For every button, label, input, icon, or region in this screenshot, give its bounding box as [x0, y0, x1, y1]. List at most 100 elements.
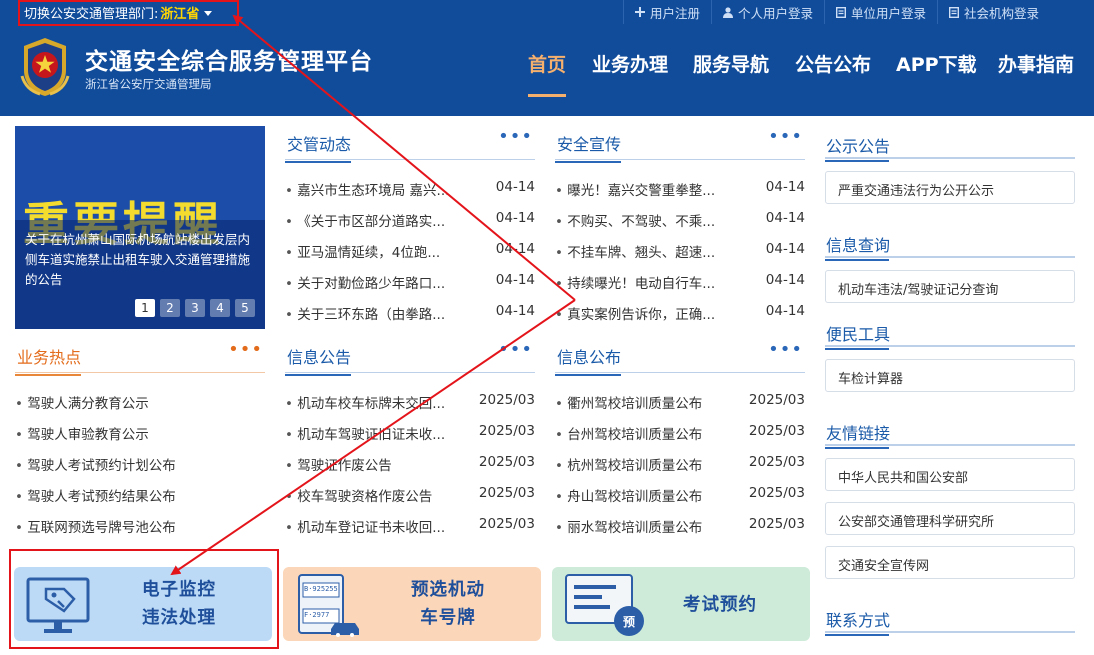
- info-notice-title[interactable]: 信息公告: [284, 344, 352, 376]
- list-item-title[interactable]: 真实案例告诉你，正确...: [555, 303, 735, 323]
- inspection-calculator-link[interactable]: 车检计算器: [825, 359, 1075, 392]
- traffic-news-more-button[interactable]: •••: [498, 126, 533, 147]
- friend-link-safety-promo[interactable]: 交通安全宣传网: [825, 546, 1075, 579]
- list-item[interactable]: 驾驶人审验教育公示: [15, 423, 265, 454]
- list-item-title[interactable]: 机动车登记证书未收回...: [285, 516, 460, 536]
- list-item[interactable]: 嘉兴市生态环境局 嘉兴... 04-14: [285, 179, 535, 210]
- info-publish-more-button[interactable]: •••: [768, 339, 803, 360]
- violation-query-link[interactable]: 机动车违法/驾驶证记分查询: [825, 270, 1075, 303]
- preselect-plate-card[interactable]: B·925255 F·2977 预选机动 车号牌: [283, 567, 541, 641]
- list-item-title[interactable]: 关于三环东路（由拳路...: [285, 303, 465, 323]
- list-item[interactable]: 《关于市区部分道路实... 04-14: [285, 210, 535, 241]
- list-item-title[interactable]: 曝光！嘉兴交警重拳整...: [555, 179, 735, 199]
- list-item[interactable]: 不购买、不驾驶、不乘... 04-14: [555, 210, 805, 241]
- list-item-title[interactable]: 嘉兴市生态环境局 嘉兴...: [285, 179, 465, 199]
- list-item[interactable]: 互联网预选号牌号池公布: [15, 516, 265, 547]
- news-slider[interactable]: 重要提醒 关于在杭州萧山国际机场航站楼出发层内侧车道实施禁止出租车驶入交通管理措…: [15, 126, 265, 329]
- nav-guide[interactable]: 办事指南: [998, 50, 1074, 77]
- friend-link-mps[interactable]: 中华人民共和国公安部: [825, 458, 1075, 491]
- list-item-date: 04-14: [495, 179, 535, 195]
- list-item-title[interactable]: 丽水驾校培训质量公布: [555, 516, 730, 536]
- list-item[interactable]: 不挂车牌、翘头、超速... 04-14: [555, 241, 805, 272]
- list-item[interactable]: 曝光！嘉兴交警重拳整... 04-14: [555, 179, 805, 210]
- list-item[interactable]: 亚马温情延续，4位跑... 04-14: [285, 241, 535, 272]
- list-item-title[interactable]: 机动车校车标牌未交回...: [285, 392, 460, 412]
- safety-promo-title[interactable]: 安全宣传: [554, 131, 622, 163]
- list-item-title[interactable]: 亚马温情延续，4位跑...: [285, 241, 465, 261]
- list-item-title[interactable]: 舟山驾校培训质量公布: [555, 485, 730, 505]
- list-item-title[interactable]: 杭州驾校培训质量公布: [555, 454, 730, 474]
- slider-page-4[interactable]: 4: [210, 299, 230, 317]
- nav-app-download[interactable]: APP下载: [896, 50, 977, 77]
- nav-business[interactable]: 业务办理: [592, 50, 668, 77]
- slider-page-5[interactable]: 5: [235, 299, 255, 317]
- list-item-title[interactable]: 《关于市区部分道路实...: [285, 210, 465, 230]
- list-item[interactable]: 机动车登记证书未收回... 2025/03: [285, 516, 535, 547]
- list-item[interactable]: 丽水驾校培训质量公布 2025/03: [555, 516, 805, 547]
- friend-link-research-institute[interactable]: 公安部交通管理科学研究所: [825, 502, 1075, 535]
- info-query-title[interactable]: 信息查询: [824, 232, 890, 261]
- list-item-title[interactable]: 驾驶人满分教育公示: [15, 392, 149, 412]
- list-item-title[interactable]: 校车驾驶资格作废公告: [285, 485, 460, 505]
- list-item-title[interactable]: 驾驶人考试预约结果公布: [15, 485, 176, 505]
- list-item[interactable]: 驾驶证作废公告 2025/03: [285, 454, 535, 485]
- list-item-title[interactable]: 台州驾校培训质量公布: [555, 423, 730, 443]
- list-item-title[interactable]: 不挂车牌、翘头、超速...: [555, 241, 735, 261]
- slider-page-2[interactable]: 2: [160, 299, 180, 317]
- unit-login-link[interactable]: 单位用户登录: [823, 0, 937, 24]
- list-item[interactable]: 台州驾校培训质量公布 2025/03: [555, 423, 805, 454]
- list-item-title[interactable]: 衢州驾校培训质量公布: [555, 392, 730, 412]
- friend-links-title[interactable]: 友情链接: [824, 420, 890, 449]
- exam-booking-card[interactable]: 预 考试预约: [552, 567, 810, 641]
- plate-number-bottom: F·2977: [304, 611, 330, 619]
- nav-service-guide[interactable]: 服务导航: [693, 50, 769, 77]
- list-item[interactable]: 校车驾驶资格作废公告 2025/03: [285, 485, 535, 516]
- list-item[interactable]: 驾驶人考试预约计划公布: [15, 454, 265, 485]
- list-item-title[interactable]: 持续曝光！电动自行车...: [555, 272, 735, 292]
- traffic-news-header: 交管动态 •••: [284, 126, 535, 163]
- list-item[interactable]: 杭州驾校培训质量公布 2025/03: [555, 454, 805, 485]
- hot-business-more-button[interactable]: •••: [228, 339, 263, 360]
- safety-promo-more-button[interactable]: •••: [768, 126, 803, 147]
- personal-login-link[interactable]: 个人用户登录: [710, 0, 824, 24]
- friend-links-header: 友情链接: [824, 416, 1075, 449]
- list-item[interactable]: 驾驶人满分教育公示: [15, 392, 265, 423]
- contact-title[interactable]: 联系方式: [824, 607, 890, 636]
- slider-page-3[interactable]: 3: [185, 299, 205, 317]
- list-item[interactable]: 持续曝光！电动自行车... 04-14: [555, 272, 805, 303]
- preselect-plate-label: 预选机动 车号牌: [388, 576, 508, 632]
- info-publish-header: 信息公布 •••: [554, 339, 805, 376]
- slider-caption[interactable]: 关于在杭州萧山国际机场航站楼出发层内侧车道实施禁止出租车驶入交通管理措施的公告: [25, 230, 259, 290]
- info-notice-more-button[interactable]: •••: [498, 339, 533, 360]
- list-item[interactable]: 驾驶人考试预约结果公布: [15, 485, 265, 516]
- list-item-title[interactable]: 机动车驾驶证旧证未收...: [285, 423, 460, 443]
- public-notice-title[interactable]: 公示公告: [824, 133, 890, 162]
- list-item[interactable]: 关于对勤俭路少年路口... 04-14: [285, 272, 535, 303]
- site-subtitle: 浙江省公安厅交通管理局: [85, 77, 212, 91]
- nav-announcements[interactable]: 公告公布: [795, 50, 871, 77]
- list-item-title[interactable]: 关于对勤俭路少年路口...: [285, 272, 465, 292]
- list-item-date: 04-14: [765, 272, 805, 288]
- police-emblem-logo[interactable]: [16, 36, 74, 98]
- institution-login-link[interactable]: 社会机构登录: [936, 0, 1050, 24]
- list-item[interactable]: 衢州驾校培训质量公布 2025/03: [555, 392, 805, 423]
- list-item-title[interactable]: 驾驶证作废公告: [285, 454, 460, 474]
- register-link[interactable]: 用户注册: [622, 0, 711, 24]
- list-item[interactable]: 关于三环东路（由拳路... 04-14: [285, 303, 535, 334]
- info-publish-title[interactable]: 信息公布: [554, 344, 622, 376]
- traffic-news-title[interactable]: 交管动态: [284, 131, 352, 163]
- list-item-title[interactable]: 不购买、不驾驶、不乘...: [555, 210, 735, 230]
- public-notice-link[interactable]: 严重交通违法行为公开公示: [825, 171, 1075, 204]
- nav-home[interactable]: 首页: [528, 50, 566, 77]
- list-item-title[interactable]: 互联网预选号牌号池公布: [15, 516, 176, 536]
- list-item[interactable]: 真实案例告诉你，正确... 04-14: [555, 303, 805, 334]
- tools-title[interactable]: 便民工具: [824, 321, 890, 350]
- list-item-date: 04-14: [495, 241, 535, 257]
- list-item-title[interactable]: 驾驶人审验教育公示: [15, 423, 149, 443]
- list-item-title[interactable]: 驾驶人考试预约计划公布: [15, 454, 176, 474]
- list-item[interactable]: 机动车驾驶证旧证未收... 2025/03: [285, 423, 535, 454]
- list-item[interactable]: 舟山驾校培训质量公布 2025/03: [555, 485, 805, 516]
- slider-page-1[interactable]: 1: [135, 299, 155, 317]
- hot-business-title[interactable]: 业务热点: [14, 344, 82, 376]
- list-item[interactable]: 机动车校车标牌未交回... 2025/03: [285, 392, 535, 423]
